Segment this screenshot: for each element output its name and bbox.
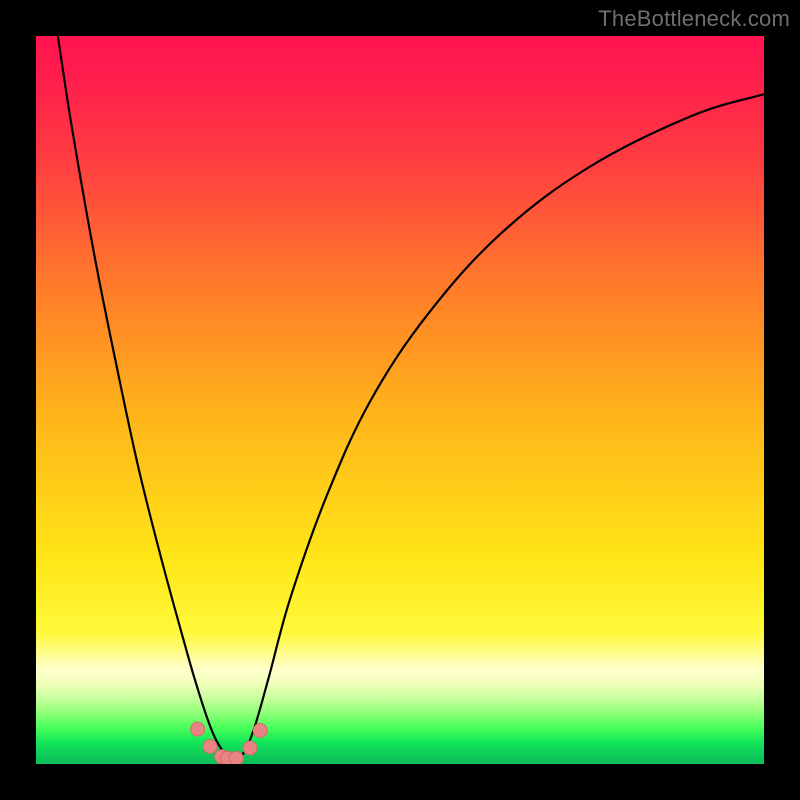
watermark-text: TheBottleneck.com [598,6,790,32]
chart-svg [36,36,764,764]
chart-frame: TheBottleneck.com [0,0,800,800]
bottleneck-curve [58,36,764,762]
marker-dot [203,740,217,754]
marker-dot [253,724,267,738]
marker-group [191,722,268,764]
plot-area [36,36,764,764]
marker-dot [229,751,243,764]
marker-dot [243,741,257,755]
marker-dot [191,722,205,736]
